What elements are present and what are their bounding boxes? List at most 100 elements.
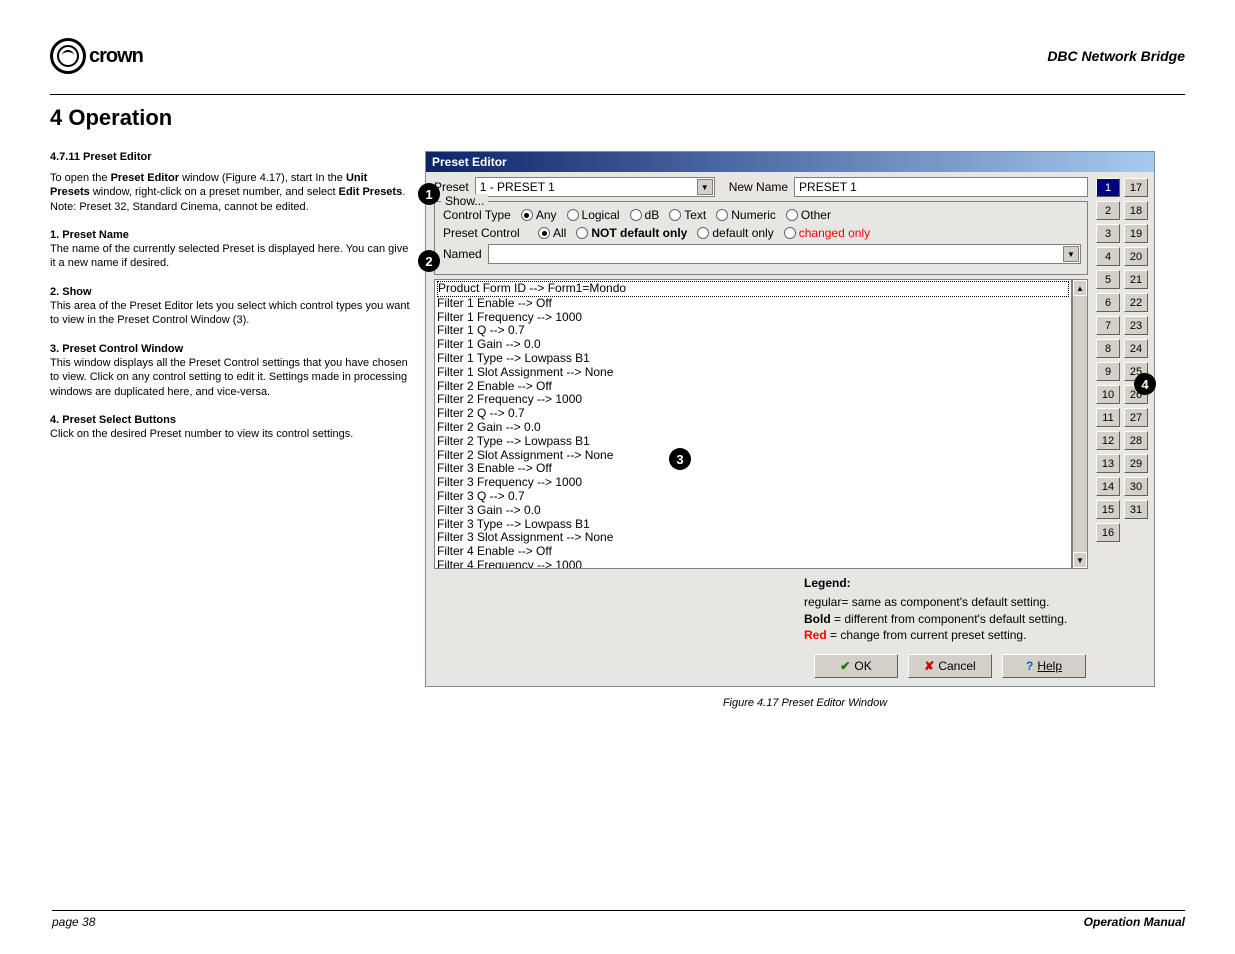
preset-button-3[interactable]: 3 — [1096, 224, 1120, 243]
preset-button-23[interactable]: 23 — [1124, 316, 1148, 335]
check-icon: ✔ — [840, 659, 850, 673]
radio-logical[interactable]: Logical — [567, 208, 620, 222]
preset-button-12[interactable]: 12 — [1096, 431, 1120, 450]
list-item[interactable]: Filter 3 Frequency --> 1000 — [437, 476, 1069, 490]
callout-3: 3 — [669, 448, 691, 470]
sub4-title: 4. Preset Select Buttons — [50, 414, 176, 426]
newname-label: New Name — [729, 180, 788, 194]
preset-button-30[interactable]: 30 — [1124, 477, 1148, 496]
list-item[interactable]: Filter 3 Gain --> 0.0 — [437, 504, 1069, 518]
brand-logo: crown — [50, 38, 143, 74]
list-item[interactable]: Product Form ID --> Form1=Mondo — [437, 281, 1069, 297]
preset-button-8[interactable]: 8 — [1096, 339, 1120, 358]
preset-button-21[interactable]: 21 — [1124, 270, 1148, 289]
preset-button-10[interactable]: 10 — [1096, 385, 1120, 404]
preset-button-1[interactable]: 1 — [1096, 178, 1120, 197]
preset-select[interactable]: 1 - PRESET 1 ▼ — [475, 177, 715, 197]
control-type-label: Control Type — [443, 208, 511, 222]
footer-rule — [52, 910, 1185, 911]
named-label: Named — [443, 247, 482, 261]
page-number: page 38 — [52, 915, 95, 929]
sub1-title: 1. Preset Name — [50, 229, 129, 241]
sub2-text: This area of the Preset Editor lets you … — [50, 300, 410, 326]
callout-4: 4 — [1134, 373, 1156, 395]
preset-button-31[interactable]: 31 — [1124, 500, 1148, 519]
list-item[interactable]: Filter 4 Frequency --> 1000 — [437, 559, 1069, 569]
preset-button-9[interactable]: 9 — [1096, 362, 1120, 381]
radio-other[interactable]: Other — [786, 208, 831, 222]
radio-not-default[interactable]: NOT default only — [576, 226, 687, 240]
preset-button-5[interactable]: 5 — [1096, 270, 1120, 289]
scrollbar[interactable]: ▲ ▼ — [1072, 279, 1088, 569]
preset-button-4[interactable]: 4 — [1096, 247, 1120, 266]
preset-button-6[interactable]: 6 — [1096, 293, 1120, 312]
radio-numeric[interactable]: Numeric — [716, 208, 776, 222]
callout-2: 2 — [418, 250, 440, 272]
sub3-text: This window displays all the Preset Cont… — [50, 357, 408, 398]
radio-all[interactable]: All — [538, 226, 566, 240]
close-icon: ✘ — [924, 659, 934, 673]
radio-any[interactable]: Any — [521, 208, 557, 222]
list-item[interactable]: Filter 2 Q --> 0.7 — [437, 407, 1069, 421]
list-item[interactable]: Filter 1 Slot Assignment --> None — [437, 366, 1069, 380]
list-item[interactable]: Filter 3 Enable --> Off — [437, 462, 1069, 476]
list-item[interactable]: Filter 3 Q --> 0.7 — [437, 490, 1069, 504]
show-group: Show... Control Type Any Logical dB Text… — [434, 201, 1088, 275]
preset-button-14[interactable]: 14 — [1096, 477, 1120, 496]
list-item[interactable]: Filter 4 Enable --> Off — [437, 545, 1069, 559]
preset-button-22[interactable]: 22 — [1124, 293, 1148, 312]
list-item[interactable]: Filter 1 Gain --> 0.0 — [437, 338, 1069, 352]
ok-button[interactable]: ✔OK — [814, 654, 898, 678]
brand-text: crown — [89, 45, 143, 68]
preset-button-28[interactable]: 28 — [1124, 431, 1148, 450]
preset-button-29[interactable]: 29 — [1124, 454, 1148, 473]
preset-button-27[interactable]: 27 — [1124, 408, 1148, 427]
list-item[interactable]: Filter 2 Enable --> Off — [437, 380, 1069, 394]
list-item[interactable]: Filter 2 Type --> Lowpass B1 — [437, 435, 1069, 449]
preset-button-15[interactable]: 15 — [1096, 500, 1120, 519]
preset-button-24[interactable]: 24 — [1124, 339, 1148, 358]
list-item[interactable]: Filter 2 Slot Assignment --> None — [437, 449, 1069, 463]
chevron-down-icon[interactable]: ▼ — [1063, 246, 1079, 262]
header-rule — [50, 94, 1185, 95]
sub3-title: 3. Preset Control Window — [50, 343, 183, 355]
document-title: DBC Network Bridge — [1047, 48, 1185, 64]
preset-button-16[interactable]: 16 — [1096, 523, 1120, 542]
preset-button-2[interactable]: 2 — [1096, 201, 1120, 220]
preset-editor-window: Preset Editor Preset 1 - PRESET 1 ▼ New … — [425, 151, 1155, 687]
named-select[interactable]: ▼ — [488, 244, 1081, 264]
list-item[interactable]: Filter 1 Type --> Lowpass B1 — [437, 352, 1069, 366]
list-item[interactable]: Filter 2 Frequency --> 1000 — [437, 393, 1069, 407]
list-item[interactable]: Filter 3 Type --> Lowpass B1 — [437, 518, 1069, 532]
preset-button-20[interactable]: 20 — [1124, 247, 1148, 266]
newname-input[interactable]: PRESET 1 — [794, 177, 1088, 197]
scroll-down-icon[interactable]: ▼ — [1073, 552, 1087, 568]
preset-button-17[interactable]: 17 — [1124, 178, 1148, 197]
preset-button-13[interactable]: 13 — [1096, 454, 1120, 473]
list-item[interactable]: Filter 1 Q --> 0.7 — [437, 324, 1069, 338]
chevron-down-icon[interactable]: ▼ — [697, 179, 713, 195]
question-icon: ? — [1026, 659, 1033, 673]
cancel-button[interactable]: ✘Cancel — [908, 654, 992, 678]
section-title: 4 Operation — [50, 105, 1185, 131]
preset-button-7[interactable]: 7 — [1096, 316, 1120, 335]
list-item[interactable]: Filter 1 Frequency --> 1000 — [437, 311, 1069, 325]
preset-control-label: Preset Control — [443, 226, 528, 240]
radio-db[interactable]: dB — [630, 208, 660, 222]
show-group-title: Show... — [441, 194, 488, 208]
legend: Legend: regular= same as component's def… — [434, 575, 1088, 644]
preset-button-18[interactable]: 18 — [1124, 201, 1148, 220]
sub1-text: The name of the currently selected Prese… — [50, 243, 408, 269]
radio-text[interactable]: Text — [669, 208, 706, 222]
list-item[interactable]: Filter 1 Enable --> Off — [437, 297, 1069, 311]
preset-button-11[interactable]: 11 — [1096, 408, 1120, 427]
radio-changed-only[interactable]: changed only — [784, 226, 870, 240]
callout-1: 1 — [418, 183, 440, 205]
help-button[interactable]: ?Help — [1002, 654, 1086, 678]
radio-default-only[interactable]: default only — [697, 226, 773, 240]
list-item[interactable]: Filter 2 Gain --> 0.0 — [437, 421, 1069, 435]
preset-control-listbox[interactable]: Product Form ID --> Form1=MondoFilter 1 … — [434, 279, 1072, 569]
list-item[interactable]: Filter 3 Slot Assignment --> None — [437, 531, 1069, 545]
scroll-up-icon[interactable]: ▲ — [1073, 280, 1087, 296]
preset-button-19[interactable]: 19 — [1124, 224, 1148, 243]
